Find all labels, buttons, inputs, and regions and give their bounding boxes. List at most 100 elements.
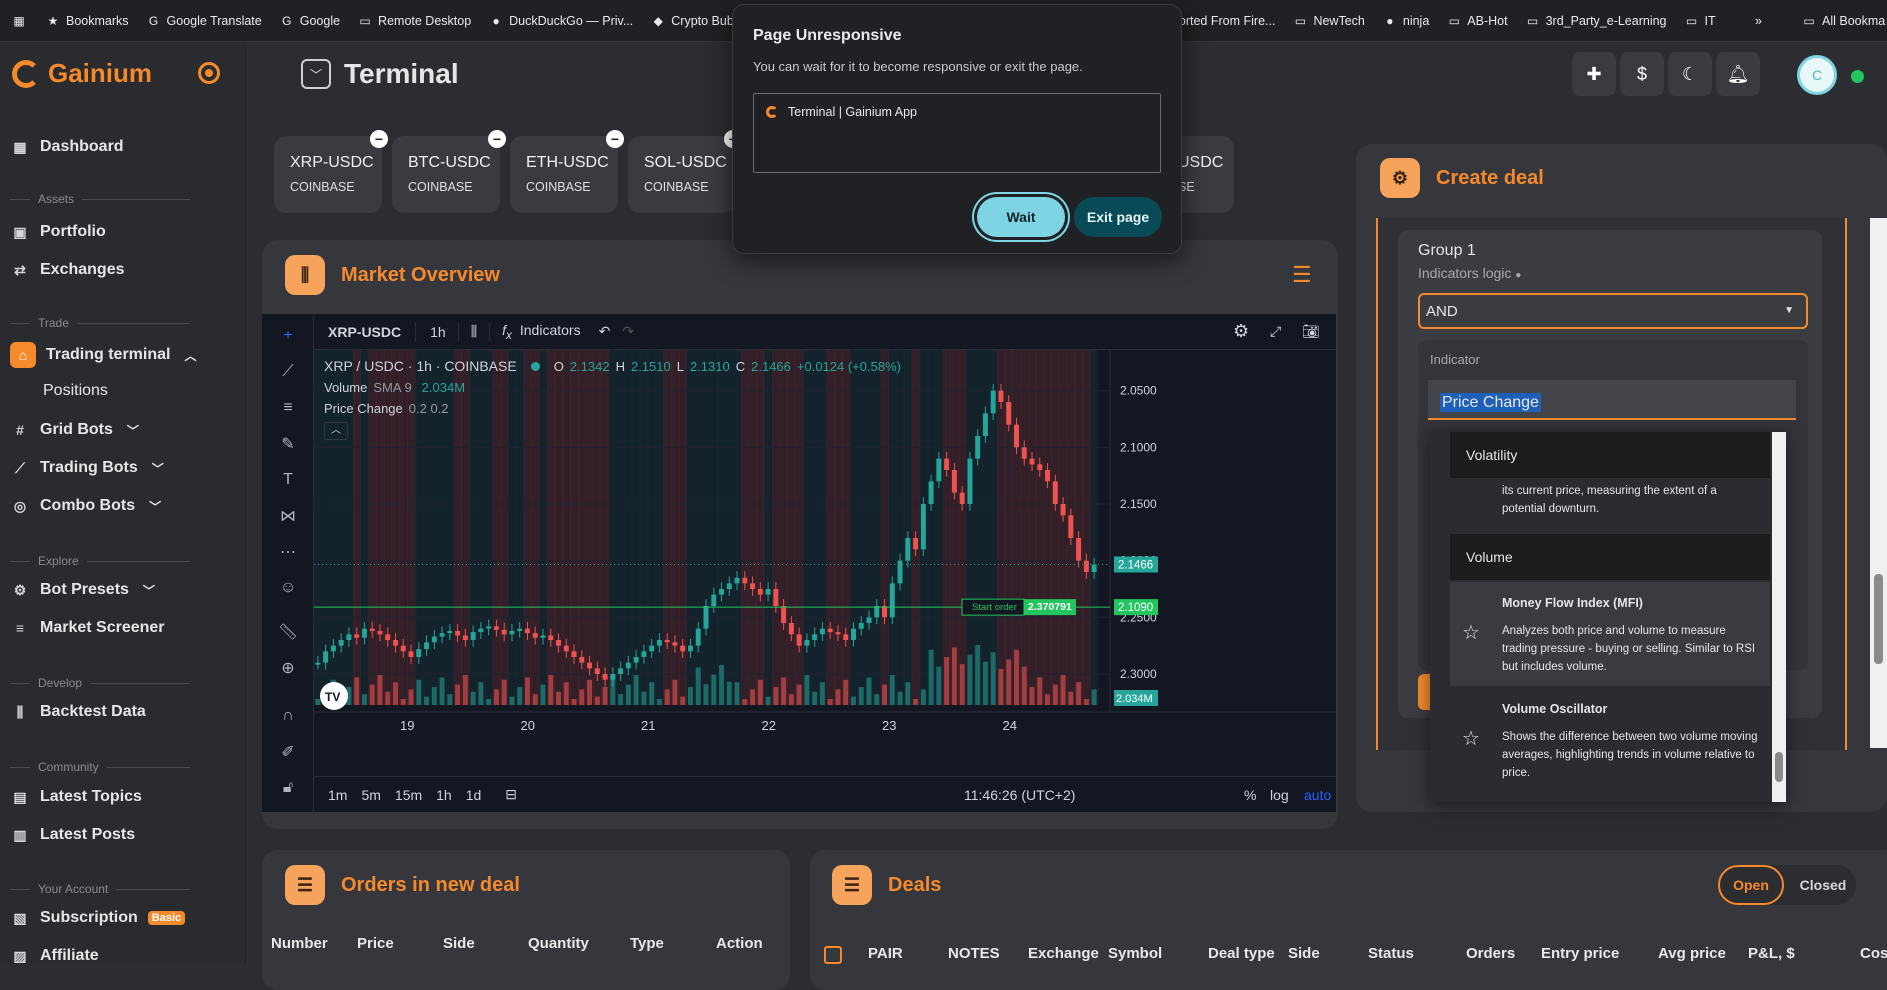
column-header[interactable]: Number — [271, 935, 328, 952]
pair-card[interactable]: ETH-USDC COINBASE − — [510, 130, 624, 213]
column-header[interactable]: Symbol — [1108, 945, 1162, 962]
scrollbar-thumb[interactable] — [1775, 752, 1783, 782]
theme-toggle-button[interactable]: ☾ — [1668, 52, 1712, 96]
timeframe-5m[interactable]: 5m — [361, 787, 380, 803]
column-header[interactable]: Side — [1288, 945, 1320, 962]
brush-icon[interactable]: ✎ — [276, 432, 300, 456]
bookmark-item[interactable]: ▭ 3rd_Party_e-Learning — [1526, 14, 1667, 28]
sidebar-toggle-icon[interactable] — [198, 62, 220, 84]
timeframe-1h[interactable]: 1h — [436, 787, 452, 803]
logic-select[interactable]: AND ▼ — [1418, 293, 1808, 329]
all-bookmarks-button[interactable]: ▭ All Bookma — [1802, 14, 1885, 28]
tab-open[interactable]: Open — [1718, 865, 1784, 905]
column-header[interactable]: Price — [357, 935, 394, 952]
column-header[interactable]: Deal type — [1208, 945, 1275, 962]
undo-icon[interactable]: ↶ — [599, 323, 611, 340]
bookmarks-more-button[interactable]: » — [1755, 14, 1762, 28]
percent-scale-toggle[interactable]: % — [1244, 787, 1256, 803]
tab-closed[interactable]: Closed — [1790, 865, 1856, 905]
notifications-button[interactable]: 🔔︎ — [1716, 52, 1760, 96]
remove-pair-icon[interactable]: − — [488, 130, 506, 148]
text-icon[interactable]: T — [276, 468, 300, 492]
pair-card[interactable]: SOL-USDCCOINBASE− — [628, 130, 742, 213]
indicator-input[interactable]: Price Change — [1428, 380, 1796, 420]
settings-icon[interactable]: ⚙ — [1233, 321, 1249, 342]
column-header[interactable]: Exchange — [1028, 945, 1099, 962]
sidebar-item-dashboard[interactable]: ▦ Dashboard — [10, 137, 123, 157]
sidebar-item-bot-presets[interactable]: ⚙ Bot Presets ﹀ — [10, 580, 155, 600]
sidebar-item-trading-terminal[interactable]: ⌂ Trading terminal ︿ — [10, 342, 196, 368]
auto-scale-toggle[interactable]: auto — [1304, 787, 1331, 803]
log-scale-toggle[interactable]: log — [1270, 787, 1289, 803]
bookmark-item[interactable]: ▭ NewTech — [1293, 14, 1365, 28]
bookmark-item[interactable]: ● ninja — [1383, 14, 1429, 28]
indicators-button[interactable]: fx Indicators — [502, 322, 580, 342]
apps-grid-icon[interactable]: ▦ — [12, 14, 26, 28]
emoji-icon[interactable]: ☺ — [276, 576, 300, 600]
sidebar-item-combo-bots[interactable]: ◎ Combo Bots ﹀ — [10, 496, 161, 516]
column-header[interactable]: Status — [1368, 945, 1414, 962]
sidebar-item-backtest-data[interactable]: ⫼ Backtest Data — [10, 702, 146, 722]
price-chart[interactable]: + ⟋ ≡ ✎ T ⋈ ⋯ ☺ 📏︎ ⊕ ∩ ✐ 🔓︎ XRP-USDC 1h … — [262, 314, 1336, 812]
select-all-checkbox[interactable] — [824, 946, 842, 964]
sidebar-item-trading-bots[interactable]: ⟋ Trading Bots ﹀ — [10, 458, 164, 478]
page-scrollbar[interactable] — [1870, 218, 1887, 748]
sidebar-item-grid-bots[interactable]: # Grid Bots ﹀ — [10, 420, 139, 440]
trend-line-icon[interactable]: ⟋ — [276, 360, 300, 384]
redo-icon[interactable]: ↷ — [622, 323, 634, 340]
menu-dropdown-button[interactable]: ﹀ — [301, 59, 331, 89]
column-header[interactable]: Orders — [1466, 945, 1515, 962]
sidebar-item-positions[interactable]: Positions — [43, 382, 108, 400]
magnet-icon[interactable]: ∩ — [276, 704, 300, 728]
bookmark-item[interactable]: ◆ Crypto Bubbl — [651, 14, 744, 28]
column-header[interactable]: Cost — [1860, 945, 1887, 962]
symbol-search-button[interactable]: XRP-USDC — [328, 324, 401, 340]
candle-type-icon[interactable]: ⫼ — [471, 323, 477, 340]
favorite-star-icon[interactable]: ☆ — [1462, 620, 1480, 645]
bookmark-item[interactable]: ▭ AB-Hot — [1447, 14, 1508, 28]
exit-page-button[interactable]: Exit page — [1074, 197, 1162, 237]
remove-pair-icon[interactable]: − — [606, 130, 624, 148]
sidebar-item-affiliate[interactable]: ▨ Affiliate — [10, 946, 98, 966]
column-header[interactable]: P&L, $ — [1748, 945, 1795, 962]
column-header[interactable]: Action — [716, 935, 763, 952]
brand-logo[interactable]: Gainium — [12, 58, 152, 89]
ruler-icon[interactable]: 📏︎ — [276, 620, 300, 644]
date-range-icon[interactable]: ⊟ — [505, 786, 517, 803]
sidebar-item-market-screener[interactable]: ≡ Market Screener — [10, 618, 165, 638]
pattern-icon[interactable]: ⋈ — [276, 504, 300, 528]
page-scrollbar-thumb[interactable] — [1874, 574, 1883, 664]
bookmark-item[interactable]: ● DuckDuckGo — Priv... — [489, 14, 634, 28]
column-header[interactable]: NOTES — [948, 945, 1000, 962]
column-header[interactable]: Entry price — [1541, 945, 1619, 962]
crosshair-icon[interactable]: + — [276, 324, 300, 348]
lock-drawing-icon[interactable]: ✐ — [276, 740, 300, 764]
timeframe-15m[interactable]: 15m — [395, 787, 422, 803]
zoom-icon[interactable]: ⊕ — [276, 656, 300, 680]
bookmark-item[interactable]: ▭ Remote Desktop — [358, 14, 471, 28]
column-header[interactable]: PAIR — [868, 945, 903, 962]
column-header[interactable]: Avg price — [1658, 945, 1726, 962]
currency-button[interactable]: $ — [1620, 52, 1664, 96]
pair-card[interactable]: XRP-USDC COINBASE − — [274, 130, 388, 213]
dropdown-scrollbar[interactable] — [1772, 432, 1786, 802]
sidebar-item-exchanges[interactable]: ⇄ Exchanges — [10, 260, 124, 280]
add-note-button[interactable]: ✚ — [1572, 52, 1616, 96]
wait-button[interactable]: Wait — [977, 197, 1065, 237]
sidebar-item-latest-topics[interactable]: ▤ Latest Topics — [10, 787, 142, 807]
column-header[interactable]: Quantity — [528, 935, 589, 952]
sidebar-item-subscription[interactable]: ▧ Subscription Basic — [10, 908, 186, 928]
timeframe-1d[interactable]: 1d — [466, 787, 482, 803]
collapse-legend-button[interactable]: ︿ — [324, 422, 348, 440]
interval-button[interactable]: 1h — [430, 324, 446, 340]
column-header[interactable]: Type — [630, 935, 664, 952]
bookmark-item[interactable]: G Google — [280, 14, 340, 28]
fullscreen-icon[interactable]: ⤢ — [1270, 323, 1281, 340]
bookmark-item[interactable]: ▭ IT — [1685, 14, 1716, 28]
sidebar-item-portfolio[interactable]: ▣ Portfolio — [10, 222, 105, 242]
timeframe-1m[interactable]: 1m — [328, 787, 347, 803]
horizontal-lines-icon[interactable]: ≡ — [276, 396, 300, 420]
fib-icon[interactable]: ⋯ — [276, 540, 300, 564]
screenshot-icon[interactable]: 📷︎ — [1302, 323, 1320, 340]
pair-card[interactable]: BTC-USDC COINBASE − — [392, 130, 506, 213]
